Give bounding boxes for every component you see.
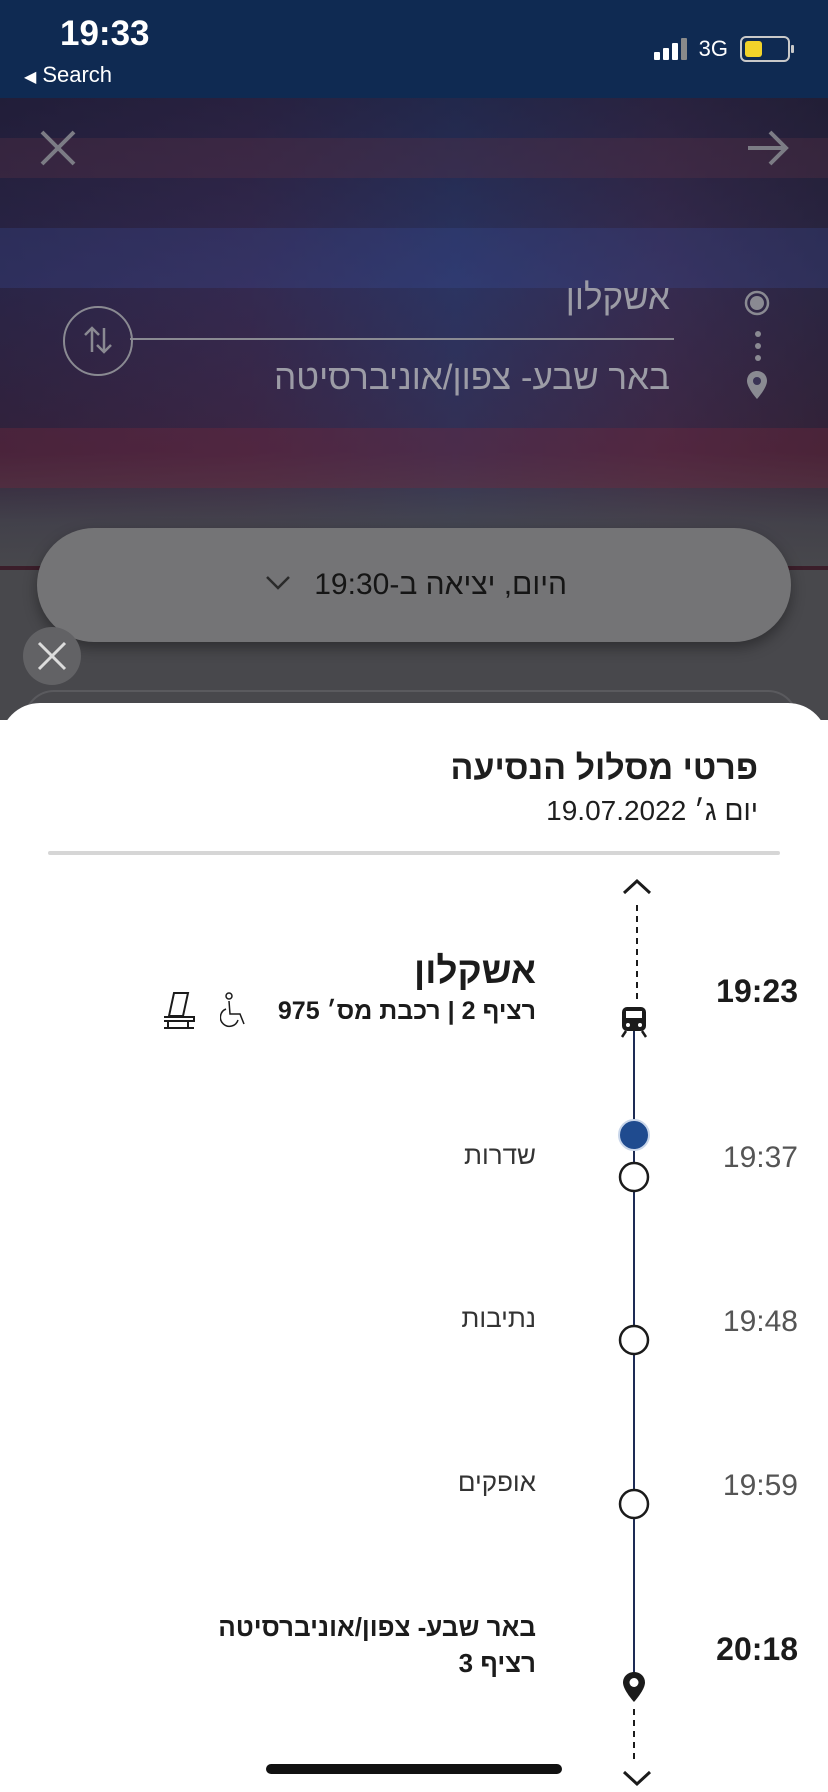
location-pin-icon bbox=[623, 1672, 645, 1702]
date-time-label: היום, יציאה ב-19:30 bbox=[314, 568, 567, 601]
swap-stations-button[interactable] bbox=[63, 306, 133, 376]
stop-time: 19:23 bbox=[716, 973, 798, 1009]
stop-time: 19:37 bbox=[722, 1141, 798, 1174]
chevron-up-icon bbox=[622, 878, 652, 895]
route-dots-icon bbox=[755, 331, 761, 361]
stop-marker bbox=[618, 1324, 650, 1356]
origin-marker-icon bbox=[744, 290, 770, 316]
close-results-button[interactable] bbox=[23, 627, 81, 685]
destination-pin-icon bbox=[747, 371, 767, 399]
status-time: 19:33 bbox=[60, 14, 150, 53]
home-indicator[interactable] bbox=[266, 1764, 562, 1774]
stop-name: אשקלון bbox=[414, 950, 536, 991]
stop-marker bbox=[618, 1161, 650, 1193]
stop-name: נתיבות bbox=[461, 1303, 536, 1333]
chevron-down-icon bbox=[266, 576, 290, 590]
route-header: אשקלון באר שבע- צפון/אוניברסיטה bbox=[0, 98, 828, 570]
battery-icon bbox=[740, 36, 794, 62]
sheet-title: פרטי מסלול הנסיעה bbox=[450, 749, 759, 787]
back-triangle-icon: ◀ bbox=[24, 69, 37, 86]
status-indicators: 3G bbox=[653, 36, 794, 62]
close-icon bbox=[37, 641, 67, 671]
current-position-dot bbox=[618, 1119, 650, 1151]
cellular-signal-icon bbox=[653, 38, 687, 60]
seat-icon bbox=[164, 992, 195, 1029]
stop-time: 19:59 bbox=[722, 1469, 798, 1502]
stop-marker bbox=[618, 1488, 650, 1520]
stop-time: 20:18 bbox=[716, 1631, 798, 1667]
chevron-down-icon bbox=[622, 1770, 652, 1787]
date-time-selector[interactable]: היום, יציאה ב-19:30 bbox=[37, 528, 791, 642]
arrow-right-icon[interactable] bbox=[746, 128, 790, 168]
stop-name: אופקים bbox=[457, 1467, 536, 1497]
stop-time: 19:48 bbox=[722, 1305, 798, 1338]
route-divider bbox=[130, 338, 674, 340]
stop-name: שדרות bbox=[464, 1140, 536, 1170]
stop-name: באר שבע- צפון/אוניברסיטה bbox=[218, 1612, 536, 1642]
sheet-divider bbox=[48, 851, 780, 855]
platform-info: רציף 3 bbox=[458, 1648, 536, 1678]
origin-station[interactable]: אשקלון bbox=[566, 278, 670, 318]
status-bar: 19:33 ◀ Search 3G bbox=[0, 0, 828, 98]
trip-date: יום ג׳ 19.07.2022 bbox=[546, 795, 758, 826]
swap-arrows-icon bbox=[84, 326, 112, 354]
wheelchair-accessible-icon bbox=[220, 992, 245, 1028]
trip-timeline bbox=[618, 878, 652, 1787]
back-label: Search bbox=[42, 62, 113, 87]
network-type: 3G bbox=[698, 36, 728, 61]
back-to-search-link[interactable]: ◀ Search bbox=[24, 62, 112, 88]
destination-station[interactable]: באר שבע- צפון/אוניברסיטה bbox=[274, 358, 670, 398]
platform-train-info: רציף 2 | רכבת מס׳ 975 bbox=[277, 997, 536, 1025]
close-icon[interactable] bbox=[38, 128, 78, 168]
